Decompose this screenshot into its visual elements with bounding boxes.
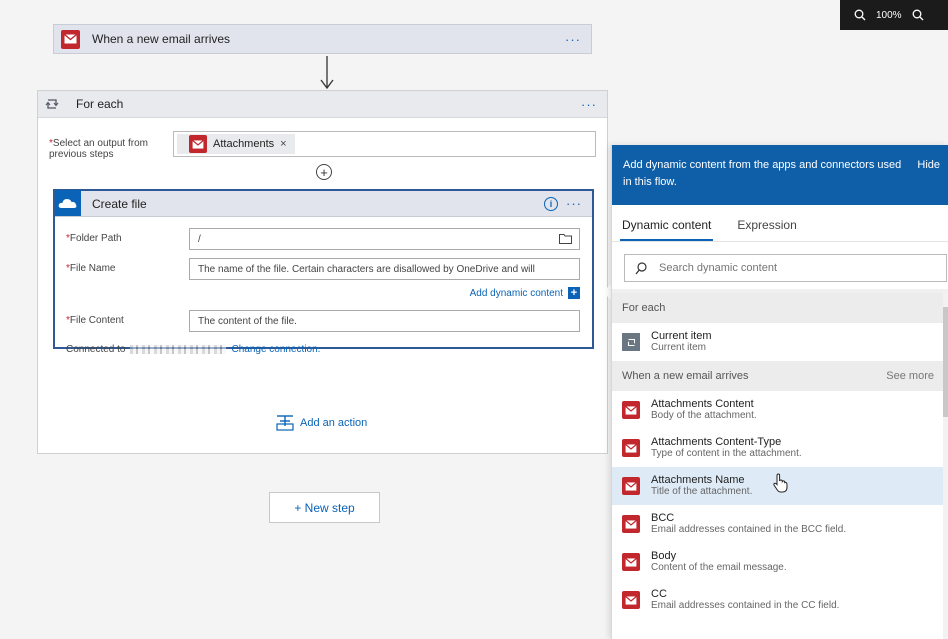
- create-file-header[interactable]: Create file i ···: [55, 190, 592, 217]
- add-dynamic-plus-icon: +: [568, 287, 580, 299]
- foreach-more-icon[interactable]: ···: [581, 97, 597, 112]
- outlook-icon: [622, 515, 640, 533]
- connection-info: Connected to Change connection.: [66, 344, 321, 355]
- trigger-title: When a new email arrives: [92, 32, 231, 46]
- search-icon: [635, 261, 647, 274]
- outlook-icon: [189, 135, 207, 153]
- trigger-card[interactable]: When a new email arrives ···: [53, 24, 592, 54]
- search-box[interactable]: [624, 254, 947, 282]
- create-file-card: Create file i ··· *Folder Path / *File N…: [53, 189, 594, 355]
- add-action-label: Add an action: [300, 417, 368, 429]
- hide-panel-link[interactable]: Hide: [917, 157, 940, 174]
- file-content-label: *File Content: [66, 315, 124, 326]
- item-desc: Content of the email message.: [651, 562, 787, 573]
- item-desc: Email addresses contained in the CC fiel…: [651, 600, 840, 611]
- item-title: Body: [651, 550, 677, 562]
- attachments-token[interactable]: Attachments ×: [177, 134, 295, 154]
- item-desc: Body of the attachment.: [651, 410, 757, 421]
- item-desc: Email addresses contained in the BCC fie…: [651, 524, 847, 535]
- panel-tabs: Dynamic content Expression: [612, 205, 948, 242]
- list-item-attachments-content[interactable]: Attachments Content Body of the attachme…: [612, 391, 944, 429]
- section-foreach: For each: [612, 293, 944, 323]
- add-action-icon: [276, 415, 294, 431]
- foreach-container: For each ··· *Select an output from prev…: [37, 90, 608, 454]
- list-item-attachments-content-type[interactable]: Attachments Content-Type Type of content…: [612, 429, 944, 467]
- flow-arrow-icon: [320, 56, 334, 90]
- file-name-input[interactable]: The name of the file. Certain characters…: [189, 258, 580, 280]
- outlook-icon: [622, 477, 640, 495]
- zoom-out-icon[interactable]: [912, 9, 924, 21]
- change-connection-link[interactable]: Change connection.: [232, 344, 321, 355]
- zoom-in-icon[interactable]: [854, 9, 866, 21]
- list-item-bcc[interactable]: BCC Email addresses contained in the BCC…: [612, 505, 944, 543]
- item-title: Current item: [651, 330, 712, 342]
- search-input[interactable]: [659, 262, 919, 274]
- foreach-header[interactable]: For each ···: [38, 91, 607, 118]
- tab-expression[interactable]: Expression: [735, 218, 798, 241]
- hand-cursor-icon: [773, 473, 788, 493]
- list-item-current-item[interactable]: Current item Current item: [612, 323, 944, 361]
- panel-scroll-thumb[interactable]: [943, 307, 948, 417]
- add-action-button[interactable]: Add an action: [276, 415, 367, 431]
- tab-dynamic-content[interactable]: Dynamic content: [620, 218, 714, 241]
- new-step-button[interactable]: + New step: [269, 492, 380, 523]
- panel-header-text: Add dynamic content from the apps and co…: [623, 159, 902, 188]
- section-new-email: When a new email arrives See more: [612, 361, 944, 391]
- outlook-icon: [622, 553, 640, 571]
- item-title: BCC: [651, 512, 675, 524]
- create-file-title: Create file: [92, 196, 147, 211]
- dynamic-content-list: For each Current item Current item When …: [612, 293, 944, 619]
- onedrive-icon: [55, 190, 81, 216]
- item-title: CC: [651, 588, 667, 600]
- foreach-title: For each: [76, 97, 124, 111]
- folder-path-input[interactable]: /: [189, 228, 580, 250]
- file-content-input[interactable]: The content of the file.: [189, 310, 580, 332]
- file-name-label: *File Name: [66, 263, 116, 274]
- add-dynamic-content-link[interactable]: Add dynamic content +: [470, 287, 580, 299]
- folder-path-label: *Folder Path: [66, 233, 122, 244]
- outlook-icon: [622, 401, 640, 419]
- loop-icon: [38, 91, 66, 118]
- item-desc: Current item: [651, 342, 707, 353]
- select-output-input[interactable]: Attachments ×: [173, 131, 596, 157]
- item-title: Attachments Content: [651, 398, 754, 410]
- dynamic-content-panel: Add dynamic content from the apps and co…: [611, 145, 948, 639]
- item-desc: Title of the attachment.: [651, 486, 753, 497]
- trigger-more-icon[interactable]: ···: [565, 32, 581, 47]
- see-more-link[interactable]: See more: [886, 370, 934, 382]
- zoom-level: 100%: [876, 9, 902, 21]
- select-output-label: *Select an output from previous steps: [49, 138, 148, 160]
- item-title: Attachments Name: [651, 474, 745, 486]
- create-file-more-icon[interactable]: ···: [566, 196, 582, 211]
- token-label: Attachments: [213, 138, 275, 150]
- panel-header: Add dynamic content from the apps and co…: [612, 145, 948, 205]
- token-remove-icon[interactable]: ×: [280, 138, 286, 150]
- list-item-body[interactable]: Body Content of the email message.: [612, 543, 944, 581]
- zoom-toolbar: 100%: [840, 0, 948, 30]
- insert-step-plus-icon[interactable]: +: [316, 164, 332, 180]
- info-icon[interactable]: i: [544, 196, 558, 211]
- outlook-icon: [622, 591, 640, 609]
- outlook-icon: [622, 439, 640, 457]
- list-item-attachments-name[interactable]: Attachments Name Title of the attachment…: [612, 467, 944, 505]
- item-desc: Type of content in the attachment.: [651, 448, 802, 459]
- loop-icon: [622, 333, 640, 351]
- outlook-icon: [61, 29, 80, 49]
- item-title: Attachments Content-Type: [651, 436, 782, 448]
- folder-picker-icon[interactable]: [559, 233, 572, 244]
- redacted-account: [129, 345, 226, 354]
- list-item-cc[interactable]: CC Email addresses contained in the CC f…: [612, 581, 944, 619]
